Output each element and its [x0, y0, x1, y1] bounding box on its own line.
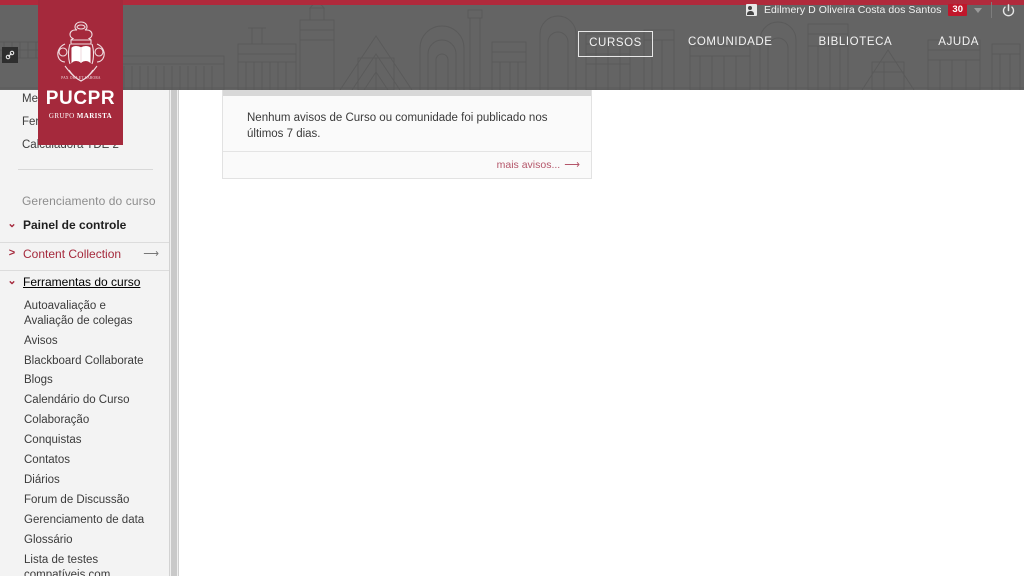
tool-diarios[interactable]: Diários: [0, 471, 169, 491]
chevron-down-icon: ⌄: [7, 275, 17, 288]
sidebar-scrollbar-thumb[interactable]: [171, 88, 177, 576]
pucpr-crest-icon: PAX ORA ET LABORA: [56, 21, 105, 82]
tool-gerenciamento-de-data[interactable]: Gerenciamento de data: [0, 511, 169, 531]
arrow-right-icon[interactable]: ⟶: [564, 158, 580, 171]
logo-wordmark: PUCPR: [45, 88, 116, 109]
sidebar-item-label: Ferramentas do curso: [23, 275, 141, 290]
more-announcements-link[interactable]: mais avisos...: [497, 159, 561, 171]
main-content-area: Nenhum avisos de Curso ou comunidade foi…: [180, 88, 1024, 576]
tab-biblioteca[interactable]: BIBLIOTECA: [808, 31, 904, 57]
course-menu-sidebar: Me Fer Calculadora TDE 2 Gerenciamento d…: [0, 88, 170, 576]
tab-cursos[interactable]: CURSOS: [578, 31, 653, 57]
module-footer: mais avisos... ⟶: [223, 151, 591, 178]
sidebar-item-label: Painel de controle: [23, 217, 127, 232]
notification-badge[interactable]: 30: [948, 3, 967, 17]
tab-ajuda[interactable]: AJUDA: [927, 31, 990, 57]
link-chain-icon[interactable]: [2, 47, 18, 63]
chevron-down-icon: ⌄: [7, 217, 17, 230]
power-icon[interactable]: [1001, 3, 1016, 18]
userbar-divider: [991, 2, 992, 18]
link-chain-glyph-icon: [5, 50, 15, 60]
tool-conquistas[interactable]: Conquistas: [0, 431, 169, 451]
expand-arrow-icon[interactable]: ⟶: [143, 247, 159, 260]
tool-forum-de-discussao[interactable]: Forum de Discussão: [0, 491, 169, 511]
logo-subtitle: GRUPO MARISTA: [49, 112, 112, 120]
sidebar-divider: [18, 168, 153, 170]
pucpr-logo-panel[interactable]: PAX ORA ET LABORA PUCPR GRUPO MARISTA: [38, 0, 123, 145]
primary-nav-tabs: CURSOS COMUNIDADE BIBLIOTECA AJUDA: [578, 31, 1002, 57]
user-name-label[interactable]: Edilmery D Oliveira Costa dos Santos: [764, 4, 941, 16]
sidebar-item-ferramentas-do-curso[interactable]: ⌄ Ferramentas do curso: [0, 271, 169, 294]
sidebar-item-painel-de-controle[interactable]: ⌄ Painel de controle: [0, 214, 169, 237]
tab-comunidade[interactable]: COMUNIDADE: [677, 31, 784, 57]
user-avatar-icon: [745, 4, 757, 16]
chevron-right-icon: >: [8, 246, 16, 259]
tool-contatos[interactable]: Contatos: [0, 451, 169, 471]
sidebar-section-heading: Gerenciamento do curso: [22, 193, 156, 208]
tool-blackboard-collaborate[interactable]: Blackboard Collaborate: [0, 351, 169, 371]
user-bar: Edilmery D Oliveira Costa dos Santos 30: [736, 0, 1024, 20]
tool-blogs[interactable]: Blogs: [0, 371, 169, 391]
tool-calendario-do-curso[interactable]: Calendário do Curso: [0, 391, 169, 411]
logo-subtitle-bold: MARISTA: [76, 112, 113, 120]
announcements-module: Nenhum avisos de Curso ou comunidade foi…: [222, 88, 592, 180]
sidebar-scrollbar[interactable]: [170, 88, 179, 576]
tool-lista-de-testes-moveis[interactable]: Lista de testes compatíveis com disposit…: [0, 550, 169, 576]
caret-down-icon[interactable]: [974, 7, 982, 13]
tool-avisos[interactable]: Avisos: [0, 331, 169, 351]
tool-autoavaliacao[interactable]: Autoavaliação e Avaliação de colegas: [0, 296, 169, 331]
sidebar-item-label: Content Collection: [23, 246, 122, 261]
announcement-message: Nenhum avisos de Curso ou comunidade foi…: [247, 112, 548, 141]
app-root: Edilmery D Oliveira Costa dos Santos 30 …: [0, 0, 1024, 576]
course-tools-list: Autoavaliação e Avaliação de colegas Avi…: [0, 294, 169, 576]
logo-subtitle-thin: GRUPO: [48, 112, 77, 120]
sidebar-item-content-collection[interactable]: > Content Collection ⟶: [0, 243, 169, 266]
svg-text:PAX ORA ET LABORA: PAX ORA ET LABORA: [61, 76, 101, 80]
tool-colaboracao[interactable]: Colaboração: [0, 411, 169, 431]
tool-glossario[interactable]: Glossário: [0, 530, 169, 550]
